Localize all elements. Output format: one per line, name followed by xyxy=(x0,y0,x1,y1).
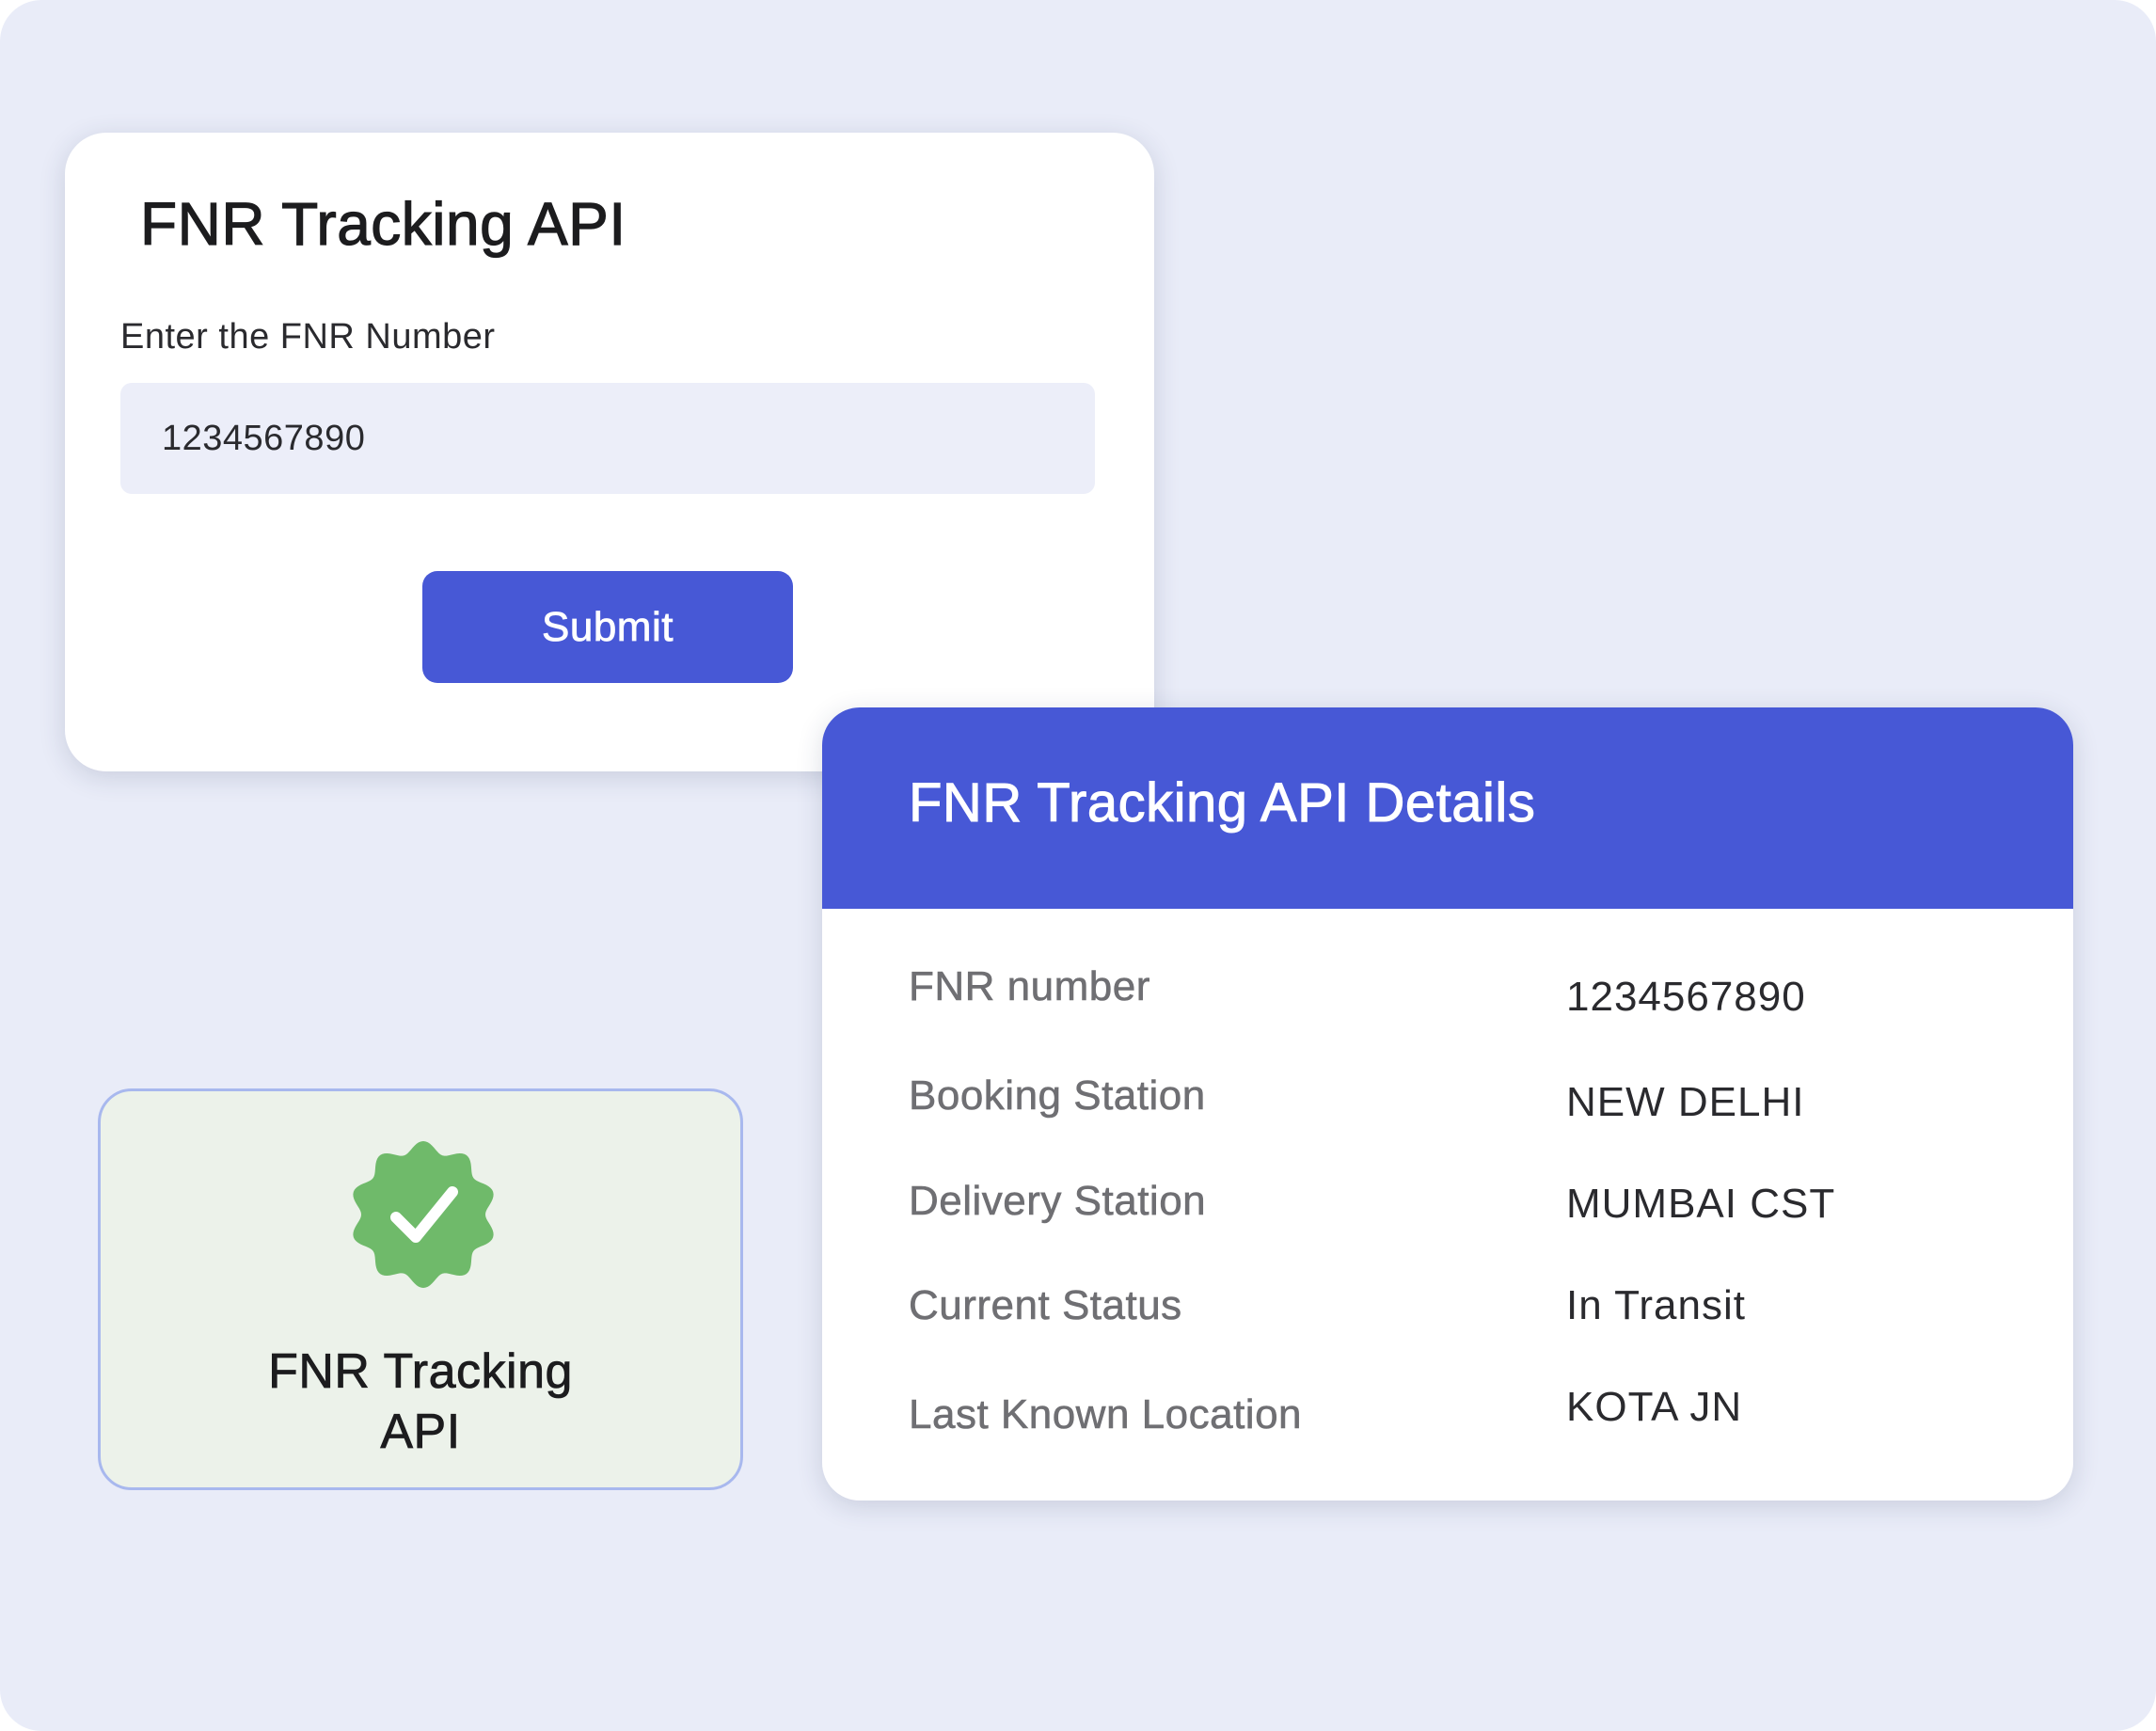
fnr-form-card: FNR Tracking API Enter the FNR Number Su… xyxy=(65,133,1154,771)
badge-label-line-1: FNR Tracking xyxy=(268,1344,573,1400)
detail-label: Delivery Station xyxy=(909,1178,1207,1225)
detail-value: NEW DELHI xyxy=(1566,1079,1805,1125)
detail-label: Last Known Location xyxy=(909,1391,1303,1438)
badge-label: FNR Tracking API xyxy=(101,1342,740,1462)
detail-label: Booking Station xyxy=(909,1072,1206,1120)
detail-label: FNR number xyxy=(909,963,1150,1010)
form-title: FNR Tracking API xyxy=(139,189,626,258)
detail-value: 1234567890 xyxy=(1566,974,1806,1020)
detail-value: MUMBAI CST xyxy=(1566,1181,1836,1227)
fnr-details-card: FNR Tracking API Details FNR number 1234… xyxy=(822,707,2073,1501)
fnr-field-label: Enter the FNR Number xyxy=(120,317,496,357)
details-title: FNR Tracking API Details xyxy=(908,772,1536,834)
submit-button[interactable]: Submit xyxy=(422,571,793,683)
verified-check-icon xyxy=(353,1141,494,1288)
verified-badge-card: FNR Tracking API xyxy=(98,1088,743,1490)
detail-value: In Transit xyxy=(1566,1282,1746,1328)
fnr-number-input[interactable] xyxy=(120,383,1095,494)
detail-label: Current Status xyxy=(909,1282,1182,1329)
detail-value: KOTA JN xyxy=(1566,1384,1743,1430)
canvas: FNR Tracking API Enter the FNR Number Su… xyxy=(0,0,2156,1731)
badge-label-line-2: API xyxy=(380,1405,461,1460)
details-header: FNR Tracking API Details xyxy=(822,707,2073,909)
